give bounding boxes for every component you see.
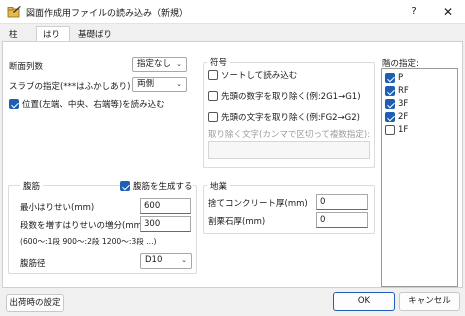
generate-stirrup-label: 腹筋を生成する — [133, 182, 193, 192]
floor-label: 1F — [398, 125, 409, 135]
remove-leading-char-checkbox[interactable]: 先頭の文字を取り除く(例:FG2→G2) — [208, 111, 360, 123]
app-folder-icon — [7, 6, 21, 18]
generate-stirrup-checkbox[interactable]: 腹筋を生成する — [120, 180, 193, 192]
floor-item-RF[interactable]: RF — [385, 86, 409, 96]
remove-leading-digit-checkbox[interactable]: 先頭の数字を取り除く(例:2G1→G1) — [208, 90, 361, 102]
checkbox-checked-icon — [385, 112, 395, 122]
diameter-value: D10 — [145, 255, 163, 265]
concrete-input[interactable]: 0 — [316, 194, 368, 210]
tab-strip: 柱 はり 基礎ばり — [0, 26, 465, 42]
checkbox-checked-icon — [9, 99, 19, 109]
checkbox-checked-icon — [385, 99, 395, 109]
diameter-label: 腹筋径 — [20, 259, 46, 269]
ok-button[interactable]: OK — [333, 292, 395, 311]
window-title: 図面作成用ファイルの読み込み（新規） — [26, 9, 189, 19]
floor-item-1F[interactable]: 1F — [385, 125, 408, 135]
tab-column[interactable]: 柱 — [3, 28, 24, 42]
sort-checkbox[interactable]: ソートして読み込む — [208, 69, 297, 81]
help-button[interactable]: ? — [399, 0, 429, 24]
checkbox-unchecked-icon — [208, 70, 218, 80]
diameter-select[interactable]: D10 ⌄ — [140, 253, 192, 269]
floor-item-P[interactable]: P — [385, 73, 403, 83]
floor-label: 2F — [398, 112, 409, 122]
factory-defaults-button[interactable]: 出荷時の設定 — [6, 294, 64, 312]
title-bar: 図面作成用ファイルの読み込み（新規） ? ✕ — [0, 0, 465, 24]
floor-listbox[interactable]: P RF 3F 2F 1F — [381, 68, 458, 287]
section-count-label: 断面列数 — [9, 62, 44, 72]
tab-beam[interactable]: はり — [36, 26, 70, 42]
remove-leading-char-label: 先頭の文字を取り除く(例:FG2→G2) — [221, 113, 360, 123]
position-read-label: 位置(左端、中央、右端等)を読み込む — [22, 100, 165, 110]
slab-value: 両側 — [137, 79, 155, 89]
min-height-input[interactable]: 600 — [140, 198, 191, 214]
gravel-input[interactable]: 0 — [316, 212, 368, 228]
stirrup-group-title: 腹筋 — [20, 180, 44, 192]
checkbox-unchecked-icon — [208, 112, 218, 122]
position-read-checkbox[interactable]: 位置(左端、中央、右端等)を読み込む — [9, 98, 165, 110]
increment-input[interactable]: 300 — [140, 216, 191, 232]
chevron-down-icon: ⌄ — [181, 256, 187, 264]
floor-label: 3F — [398, 99, 409, 109]
sort-label: ソートして読み込む — [221, 71, 298, 81]
floor-label: RF — [398, 86, 409, 96]
floor-item-3F[interactable]: 3F — [385, 99, 408, 109]
slab-select[interactable]: 両側 ⌄ — [132, 77, 187, 92]
checkbox-checked-icon — [120, 181, 130, 191]
min-height-label: 最小はりせい(mm) — [20, 203, 95, 213]
remove-chars-label: 取り除く文字(カンマで区切って複数指定): — [208, 130, 371, 140]
section-count-select[interactable]: 指定なし ⌄ — [132, 57, 187, 72]
section-count-value: 指定なし — [137, 59, 172, 69]
floor-item-2F[interactable]: 2F — [385, 112, 408, 122]
chevron-down-icon: ⌄ — [176, 80, 182, 88]
step-note: (600〜:1段 900〜:2段 1200〜:3段 ...) — [20, 237, 157, 246]
remove-leading-digit-label: 先頭の数字を取り除く(例:2G1→G1) — [221, 92, 361, 102]
cancel-button[interactable]: キャンセル — [399, 292, 460, 311]
increment-label: 段数を増すはりせいの増分(mm) — [20, 221, 146, 231]
remove-chars-input[interactable] — [208, 141, 370, 159]
slab-label: スラブの指定(***はふかしあり) — [9, 82, 131, 92]
chevron-down-icon: ⌄ — [176, 60, 182, 68]
tab-foundation-beam[interactable]: 基礎ばり — [72, 28, 118, 42]
checkbox-checked-icon — [385, 73, 395, 83]
foundation-group-title: 地業 — [207, 180, 231, 192]
floor-label: P — [398, 73, 404, 83]
checkbox-checked-icon — [385, 86, 395, 96]
checkbox-unchecked-icon — [208, 91, 218, 101]
checkbox-unchecked-icon — [385, 125, 395, 135]
close-button[interactable]: ✕ — [433, 0, 463, 24]
gravel-label: 割栗石厚(mm) — [208, 217, 266, 227]
concrete-label: 捨てコンクリート厚(mm) — [208, 199, 308, 209]
symbol-group-title: 符号 — [207, 56, 231, 68]
